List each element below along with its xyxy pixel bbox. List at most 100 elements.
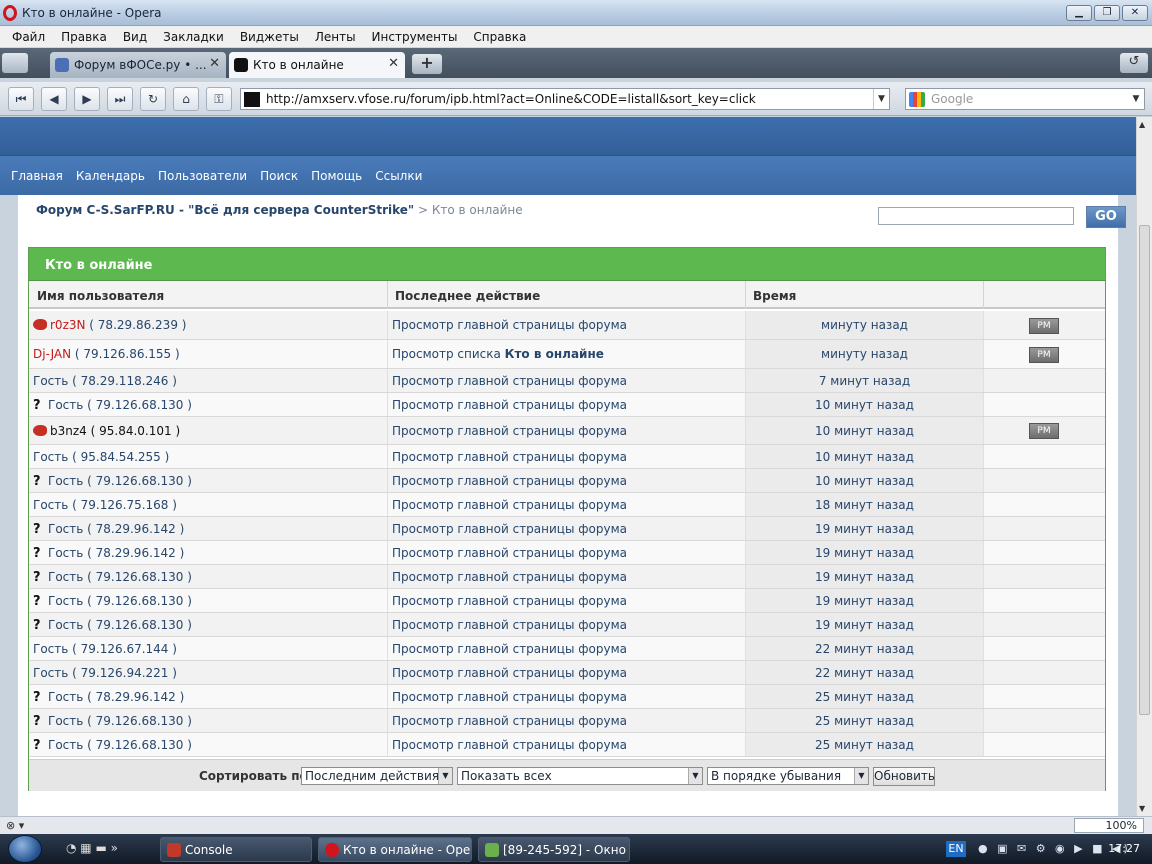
action-text[interactable]: Просмотр главной страницы форума (392, 546, 627, 560)
action-text[interactable]: Просмотр главной страницы форума (392, 424, 627, 438)
pm-button[interactable]: PM (1029, 347, 1059, 363)
user-name-link[interactable]: Гость (48, 570, 83, 584)
pm-button[interactable]: PM (1029, 423, 1059, 439)
close-tab-icon[interactable]: ✕ (209, 56, 220, 71)
new-tab-button[interactable]: + (412, 54, 442, 74)
minimize-button[interactable]: ▁ (1066, 5, 1092, 21)
user-name-link[interactable]: Гость (48, 690, 83, 704)
user-name-link[interactable]: b3nz4 (50, 424, 87, 438)
update-button[interactable]: Обновить (873, 767, 935, 786)
user-name-link[interactable]: Гость (48, 522, 83, 536)
action-text[interactable]: Просмотр главной страницы форума (392, 690, 627, 704)
closed-tabs-trash-icon[interactable]: ↺ (1120, 53, 1148, 73)
action-text[interactable]: Просмотр главной страницы форума (392, 738, 627, 752)
action-text[interactable]: Просмотр главной страницы форума (392, 618, 627, 632)
action-text[interactable]: Просмотр главной страницы форума (392, 398, 627, 412)
user-name-link[interactable]: Гость (33, 450, 68, 464)
home-button[interactable]: ⌂ (173, 87, 199, 111)
nav-search[interactable]: Поиск (255, 169, 306, 183)
menu-widgets[interactable]: Виджеты (232, 30, 307, 44)
rewind-button[interactable]: ⏮ (8, 87, 34, 111)
action-text[interactable]: Просмотр главной страницы форума (392, 450, 627, 464)
action-text[interactable]: Просмотр главной страницы форума (392, 714, 627, 728)
action-text[interactable]: Просмотр главной страницы форума (392, 498, 627, 512)
action-text[interactable]: Просмотр главной страницы форума (392, 318, 627, 332)
col-time: Время (753, 289, 797, 303)
go-button[interactable]: GO (1086, 206, 1126, 228)
task-chat[interactable]: [89-245-592] - Окно ... (478, 837, 630, 862)
action-link[interactable]: Кто в онлайне (505, 347, 604, 361)
sort-key-select[interactable]: Последним действиям ▼ (301, 767, 453, 785)
pm-button[interactable]: PM (1029, 318, 1059, 334)
action-cell: Просмотр главной страницы форума (387, 661, 745, 684)
user-name-link[interactable]: Гость (48, 398, 83, 412)
menu-edit[interactable]: Правка (53, 30, 115, 44)
language-indicator[interactable]: EN (946, 841, 966, 857)
user-name-link[interactable]: Гость (48, 594, 83, 608)
action-text[interactable]: Просмотр главной страницы форума (392, 594, 627, 608)
panel-toggle-button[interactable] (2, 53, 28, 73)
user-name-link[interactable]: Dj-JAN (33, 347, 71, 361)
menu-file[interactable]: Файл (4, 30, 53, 44)
maximize-button[interactable]: ❐ (1094, 5, 1120, 21)
scroll-thumb[interactable] (1139, 225, 1150, 715)
clock[interactable]: 17:27 (1108, 842, 1140, 855)
speed-dial-icon[interactable]: ⊗ ▾ (6, 819, 24, 832)
action-text[interactable]: Просмотр главной страницы форума (392, 570, 627, 584)
user-name-link[interactable]: Гость (33, 666, 68, 680)
action-text[interactable]: Просмотр главной страницы форума (392, 474, 627, 488)
sort-order-select[interactable]: В порядке убывания ▼ (707, 767, 869, 785)
user-name-link[interactable]: Гость (48, 474, 83, 488)
menu-view[interactable]: Вид (115, 30, 155, 44)
action-text[interactable]: Просмотр главной страницы форума (392, 666, 627, 680)
task-console[interactable]: Console (160, 837, 312, 862)
start-button[interactable] (8, 835, 42, 863)
reload-button[interactable]: ↻ (140, 87, 166, 111)
scroll-up-icon[interactable]: ▲ (1139, 120, 1145, 129)
search-dropdown-icon[interactable]: ▼ (1128, 89, 1144, 109)
user-name-link[interactable]: Гость (48, 546, 83, 560)
close-button[interactable]: ✕ (1122, 5, 1148, 21)
scroll-down-icon[interactable]: ▼ (1139, 804, 1145, 813)
user-name-link[interactable]: Гость (33, 374, 68, 388)
task-opera[interactable]: Кто в онлайне - Opera (318, 837, 472, 862)
forum-search-input[interactable] (878, 207, 1074, 225)
menu-feeds[interactable]: Ленты (307, 30, 364, 44)
nav-home[interactable]: Главная (6, 169, 71, 183)
menu-help[interactable]: Справка (465, 30, 534, 44)
quick-launch-icons[interactable]: ◔ ▦ ▬ » (66, 841, 118, 855)
vertical-scrollbar[interactable]: ▲ ▼ (1136, 117, 1152, 816)
action-text[interactable]: Просмотр главной страницы форума (392, 642, 627, 656)
time-text: 22 минут назад (815, 642, 914, 656)
wand-key-icon[interactable]: ⚿ (206, 87, 232, 111)
user-name-link[interactable]: Гость (33, 498, 68, 512)
fast-forward-button[interactable]: ⏭ (107, 87, 133, 111)
breadcrumb-forum-link[interactable]: Форум C-S.SarFP.RU - "Всё для сервера Co… (36, 203, 414, 217)
user-name-link[interactable]: r0z3N (50, 318, 85, 332)
address-field[interactable]: http://amxserv.vfose.ru/forum/ipb.html?a… (240, 88, 890, 110)
user-name-link[interactable]: Гость (33, 642, 68, 656)
nav-links[interactable]: Ссылки (370, 169, 430, 183)
user-name-link[interactable]: Гость (48, 618, 83, 632)
menu-bookmarks[interactable]: Закладки (155, 30, 232, 44)
tab-forum[interactable]: Форум вФОСе.ру • ... ✕ (50, 52, 226, 78)
menu-tools[interactable]: Инструменты (364, 30, 466, 44)
nav-users[interactable]: Пользователи (153, 169, 255, 183)
address-dropdown-icon[interactable]: ▼ (873, 89, 889, 109)
forward-button[interactable]: ▶ (74, 87, 100, 111)
back-button[interactable]: ◀ (41, 87, 67, 111)
action-text[interactable]: Просмотр списка (392, 347, 505, 361)
close-tab-icon[interactable]: ✕ (388, 56, 399, 71)
action-text[interactable]: Просмотр главной страницы форума (392, 374, 627, 388)
pm-cell (983, 565, 1105, 588)
user-name-link[interactable]: Гость (48, 714, 83, 728)
nav-calendar[interactable]: Календарь (71, 169, 153, 183)
user-name-link[interactable]: Гость (48, 738, 83, 752)
user-cell: ? Гость ( 79.126.68.130 ) (33, 398, 192, 413)
zoom-control[interactable]: 100% (1074, 818, 1144, 833)
nav-help[interactable]: Помощь (306, 169, 370, 183)
action-text[interactable]: Просмотр главной страницы форума (392, 522, 627, 536)
show-filter-select[interactable]: Показать всех ▼ (457, 767, 703, 785)
tab-online[interactable]: Кто в онлайне ✕ (229, 52, 405, 78)
search-field[interactable]: Google ▼ (905, 88, 1145, 110)
